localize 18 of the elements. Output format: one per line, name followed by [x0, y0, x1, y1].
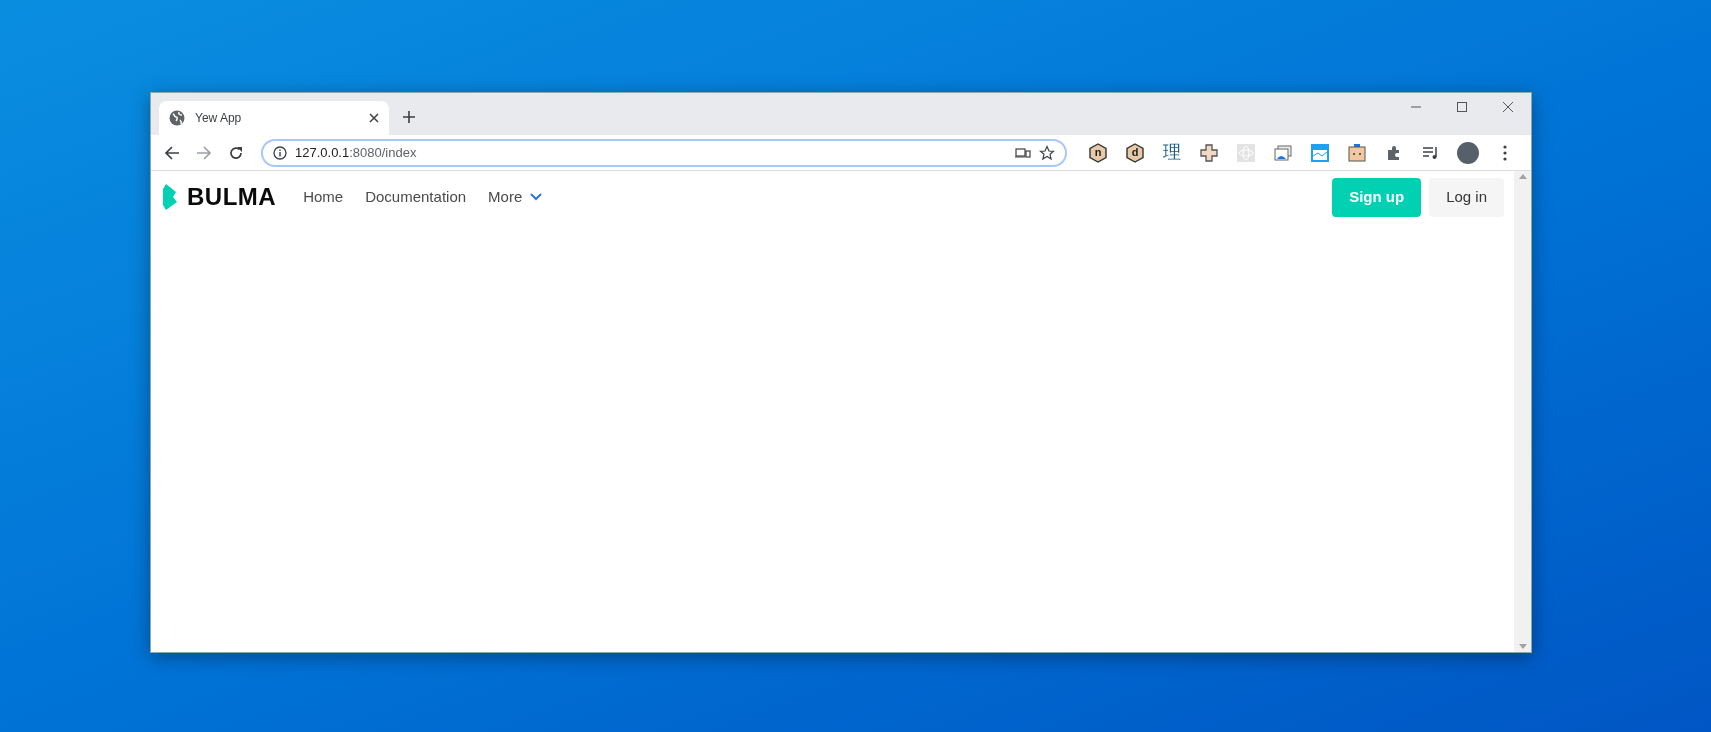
browser-tab[interactable]: Yew App	[159, 101, 389, 135]
globe-icon	[169, 110, 185, 126]
tab-title: Yew App	[195, 110, 243, 127]
extension-icon[interactable]: 理	[1160, 140, 1184, 165]
brand-name[interactable]: BULMA	[187, 179, 277, 215]
nav-link[interactable]: Home	[292, 185, 355, 209]
nav-link[interactable]: Documentation	[354, 185, 478, 209]
devices-icon[interactable]	[1015, 146, 1031, 159]
avatar-icon[interactable]	[1456, 140, 1480, 165]
extension-icon[interactable]: n	[1086, 140, 1110, 165]
close-icon[interactable]	[369, 113, 379, 123]
extension-icon[interactable]: d	[1123, 140, 1147, 165]
star-icon[interactable]	[1039, 144, 1055, 161]
nav-link[interactable]: More	[477, 185, 554, 209]
address-bar[interactable]: 127.0.0.1:8080/index	[261, 138, 1067, 167]
info-icon	[273, 145, 287, 160]
login-button[interactable]: Log in	[1429, 177, 1504, 217]
url-text: 127.0.0.1:8080/index	[295, 143, 418, 162]
